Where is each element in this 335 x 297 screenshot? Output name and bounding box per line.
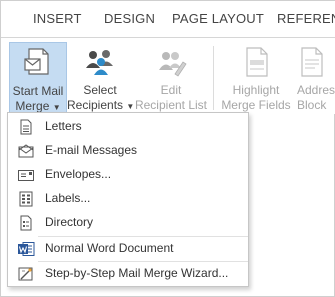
edit-recipient-list-label-2: Recipient List (134, 98, 208, 112)
menu-item-normal-word-document[interactable]: Normal Word Document (9, 237, 247, 261)
start-mail-merge-icon (24, 48, 49, 75)
select-recipients-icon (86, 50, 113, 75)
menu-item-label: E-mail Messages (45, 143, 138, 157)
word-document-icon (18, 242, 35, 256)
address-block-icon (301, 47, 323, 77)
menu-item-letters[interactable]: Letters (9, 115, 247, 139)
menu-item-email-messages[interactable]: E-mail Messages (9, 139, 247, 163)
start-mail-merge-group: Start Mail Merge ▼ Select Recipients ▼ E… (1, 38, 335, 114)
edit-recipient-list-button[interactable]: Edit Recipient List (133, 42, 209, 114)
menu-item-label: Envelopes... (45, 167, 112, 181)
word-window: INSERT DESIGN PAGE LAYOUT REFERENC Start… (0, 0, 335, 297)
highlight-merge-fields-label-1: Highlight (232, 83, 280, 97)
highlight-merge-fields-button[interactable]: Highlight Merge Fields (219, 42, 293, 114)
email-messages-icon (18, 144, 34, 158)
menu-item-mail-merge-wizard[interactable]: Step-by-Step Mail Merge Wizard... (9, 262, 247, 286)
edit-recipient-list-label-1: Edit (160, 83, 182, 97)
menu-item-label: Normal Word Document (45, 241, 174, 255)
tab-design[interactable]: DESIGN (104, 11, 155, 26)
directory-icon (20, 215, 32, 231)
tab-insert[interactable]: INSERT (33, 11, 82, 26)
menu-item-envelopes[interactable]: Envelopes... (9, 163, 247, 187)
menu-item-label: Labels... (45, 191, 91, 205)
highlight-merge-fields-icon (246, 47, 268, 77)
menu-item-label: Step-by-Step Mail Merge Wizard... (45, 266, 229, 280)
select-recipients-button[interactable]: Select Recipients ▼ (67, 42, 134, 114)
select-recipients-label-1: Select (83, 83, 117, 97)
envelopes-icon (18, 170, 34, 181)
group-separator (213, 46, 214, 110)
start-mail-merge-menu: Letters E-mail Messages Envelopes... Lab… (7, 112, 249, 287)
chevron-down-icon: ▼ (52, 103, 61, 112)
address-block-button[interactable]: Addres Block (291, 42, 335, 114)
start-mail-merge-label-1: Start Mail (12, 84, 64, 98)
letters-icon (20, 119, 32, 135)
tab-page-layout[interactable]: PAGE LAYOUT (172, 11, 264, 26)
address-block-label-2: Block (297, 98, 327, 112)
edit-recipient-list-icon (159, 52, 187, 77)
menu-item-label: Directory (45, 215, 94, 229)
wizard-icon (18, 267, 33, 281)
menu-item-directory[interactable]: Directory (9, 211, 247, 235)
start-mail-merge-button[interactable]: Start Mail Merge ▼ (9, 42, 67, 114)
highlight-merge-fields-label-2: Merge Fields (221, 98, 291, 112)
address-block-label-1: Addres (297, 83, 335, 97)
labels-icon (19, 191, 33, 207)
ribbon-tab-bar: INSERT DESIGN PAGE LAYOUT REFERENC (1, 1, 335, 38)
menu-item-labels[interactable]: Labels... (9, 187, 247, 211)
menu-item-label: Letters (45, 119, 82, 133)
tab-references[interactable]: REFERENC (277, 11, 335, 26)
